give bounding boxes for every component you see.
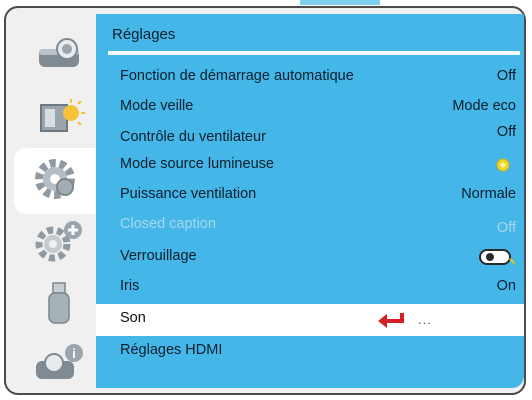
display-settings-icon [33, 95, 85, 144]
settings-panel: Réglages Fonction de démarrage automatiq… [96, 14, 524, 388]
menu-row-fan-control[interactable]: Contrôle du ventilateur Off [96, 120, 524, 152]
row-value: On [496, 278, 516, 294]
sidebar-item-image[interactable] [22, 20, 96, 86]
menu-row-sound[interactable]: Son ... [96, 304, 524, 336]
menu-row-fan-power[interactable]: Puissance ventilation Normale [96, 180, 524, 212]
menu-row-hdmi-settings[interactable]: Réglages HDMI [96, 336, 524, 368]
advanced-gear-icon [31, 218, 87, 269]
row-label: Mode source lumineuse [120, 156, 274, 172]
light-bulb-icon [496, 158, 510, 179]
row-label: Closed caption [120, 216, 216, 232]
sidebar-item-usb[interactable] [22, 272, 96, 338]
row-label: Fonction de démarrage automatique [120, 68, 354, 84]
menu-row-lock[interactable]: Verrouillage [96, 242, 524, 274]
row-value: Mode eco [452, 98, 516, 114]
row-label: Mode veille [120, 98, 194, 114]
row-label: Réglages HDMI [120, 342, 223, 358]
projector-info-icon: i [32, 341, 86, 390]
enter-arrow-icon [376, 311, 406, 334]
sidebar-item-settings[interactable] [14, 148, 96, 214]
row-label: Verrouillage [120, 248, 197, 264]
menu-row-auto-start[interactable]: Fonction de démarrage automatique Off [96, 62, 524, 94]
sidebar-item-info[interactable]: i [22, 332, 96, 398]
title-divider [108, 51, 520, 55]
usb-stick-icon [44, 279, 74, 332]
row-value: Off [496, 68, 516, 84]
sidebar-item-advanced[interactable] [22, 210, 96, 276]
category-sidebar: i [14, 14, 96, 388]
row-value: Normale [461, 186, 516, 202]
row-value: Off [496, 124, 516, 140]
row-label: Contrôle du ventilateur [120, 129, 266, 145]
row-value: Off [496, 220, 516, 236]
menu-row-iris[interactable]: Iris On [96, 272, 524, 304]
lock-toggle-icon [478, 247, 518, 274]
row-label: Puissance ventilation [120, 186, 257, 202]
menu-row-closed-caption: Closed caption Off [96, 210, 524, 242]
gear-settings-icon [30, 154, 80, 209]
row-value: ... [418, 312, 432, 327]
panel-title: Réglages [112, 26, 176, 43]
row-label: Iris [120, 278, 140, 294]
svg-text:i: i [72, 346, 76, 361]
top-indicator [300, 0, 380, 5]
row-label: Son [120, 310, 146, 326]
menu-row-light-source-mode[interactable]: Mode source lumineuse [96, 150, 524, 182]
projector-image-icon [33, 31, 85, 76]
sidebar-item-display[interactable] [22, 86, 96, 152]
